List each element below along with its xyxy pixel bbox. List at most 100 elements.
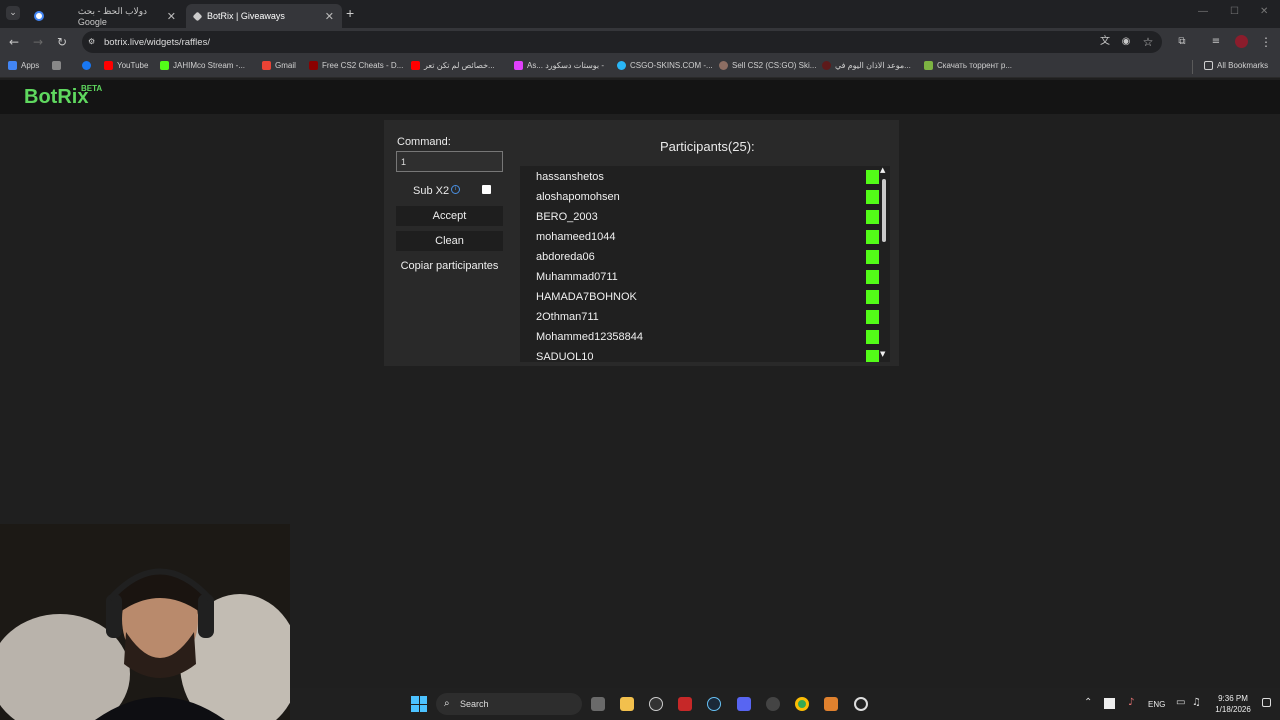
bookmark-cs2-cheats[interactable]: Free CS2 Cheats - D... bbox=[309, 61, 403, 70]
app-swirl-icon[interactable] bbox=[766, 697, 780, 711]
tab-botrix-giveaways[interactable]: BotRix | Giveaways ✕ bbox=[186, 4, 342, 28]
bookmark-apps[interactable]: Apps bbox=[8, 61, 39, 70]
extensions-icon[interactable]: ⧉ bbox=[1174, 34, 1190, 50]
botrix-logo[interactable]: BotRix BETA bbox=[24, 84, 102, 109]
bookmark-facebook[interactable] bbox=[82, 61, 95, 70]
kick-icon bbox=[866, 290, 879, 304]
browser-tab-bar: ⌄ دولاب الحظ - بحث Google ✕ BotRix | Giv… bbox=[0, 0, 1280, 28]
bookmark-jahimco[interactable]: JAHIMco Stream -... bbox=[160, 61, 245, 70]
network-icon[interactable]: ▭ bbox=[1176, 697, 1185, 708]
clock-time: 9:36 PM bbox=[1218, 694, 1248, 703]
tab-botrix-label: BotRix | Giveaways bbox=[207, 11, 285, 21]
kick-icon bbox=[866, 210, 879, 224]
eye-off-icon[interactable]: ◉ bbox=[1118, 34, 1134, 50]
menu-icon[interactable]: ⋮ bbox=[1258, 34, 1274, 50]
info-icon[interactable]: i bbox=[451, 185, 460, 194]
kick-icon bbox=[160, 61, 169, 70]
windows-start-icon[interactable] bbox=[411, 696, 427, 712]
taskbar-search[interactable]: ⌕ Search bbox=[436, 693, 582, 715]
gmail-icon bbox=[262, 61, 271, 70]
forward-icon[interactable]: → bbox=[30, 34, 46, 50]
command-label: Command: bbox=[397, 136, 451, 148]
bookmarks-bar: Apps YouTube JAHIMco Stream -... Gmail F… bbox=[0, 56, 1280, 78]
participant-row: aloshapomohsen bbox=[536, 187, 879, 207]
participants-list[interactable]: hassanshetos aloshapomohsen BERO_2003 mo… bbox=[520, 166, 890, 362]
kick-icon bbox=[866, 330, 879, 344]
maximize-window-button[interactable]: ☐ bbox=[1230, 6, 1239, 17]
kick-icon bbox=[866, 350, 879, 362]
clean-button[interactable]: Clean bbox=[396, 231, 503, 251]
reload-icon[interactable]: ↻ bbox=[54, 34, 70, 50]
bookmark-gmail[interactable]: Gmail bbox=[262, 61, 296, 70]
reading-list-icon[interactable]: ≡ bbox=[1208, 34, 1224, 50]
volume-icon[interactable]: ♫ bbox=[1192, 697, 1201, 708]
bookmark-grid[interactable] bbox=[52, 61, 65, 70]
participant-row: Mohammed12358844 bbox=[536, 327, 879, 347]
bookmark-prayer-times[interactable]: موعد الاذان اليوم في... bbox=[822, 61, 911, 70]
close-window-button[interactable]: ✕ bbox=[1260, 6, 1268, 17]
bookmarks-divider bbox=[1192, 60, 1193, 74]
chrome-icon[interactable] bbox=[795, 697, 809, 711]
url-text: botrix.live/widgets/raffles/ bbox=[104, 36, 210, 48]
task-view-icon[interactable] bbox=[591, 697, 605, 711]
close-tab-icon[interactable]: ✕ bbox=[167, 10, 176, 23]
torrent-icon bbox=[924, 61, 933, 70]
bookmark-youtube[interactable]: YouTube bbox=[104, 61, 148, 70]
bookmark-star-icon[interactable]: ☆ bbox=[1140, 34, 1156, 50]
scroll-down-arrow-icon[interactable]: ▼ bbox=[880, 350, 885, 358]
participant-row: hassanshetos bbox=[536, 167, 879, 187]
g-hub-icon[interactable] bbox=[649, 697, 663, 711]
clock-date: 1/18/2026 bbox=[1215, 705, 1251, 714]
file-explorer-icon[interactable] bbox=[620, 697, 634, 711]
tab-google-search[interactable]: دولاب الحظ - بحث Google ✕ bbox=[26, 4, 184, 28]
accept-button[interactable]: Accept bbox=[396, 206, 503, 226]
participant-row: 2Othman711 bbox=[536, 307, 879, 327]
close-tab-icon[interactable]: ✕ bbox=[325, 10, 334, 23]
translate-icon[interactable]: 文 bbox=[1097, 34, 1113, 50]
taskbar-clock[interactable]: 9:36 PM 1/18/2026 bbox=[1210, 693, 1256, 715]
steam-icon[interactable] bbox=[707, 697, 721, 711]
bookmark-csgo-skins[interactable]: CSGO-SKINS.COM -... bbox=[617, 61, 713, 70]
participant-row: Muhammad0711 bbox=[536, 267, 879, 287]
participant-row: abdoreda06 bbox=[536, 247, 879, 267]
address-bar[interactable]: ⚙ botrix.live/widgets/raffles/ bbox=[82, 31, 1162, 53]
kick-icon bbox=[866, 230, 879, 244]
sub-x2-checkbox[interactable] bbox=[482, 185, 491, 194]
app-red-icon[interactable] bbox=[678, 697, 692, 711]
google-icon bbox=[34, 11, 44, 21]
tab-google-search-label: دولاب الحظ - بحث Google bbox=[77, 5, 148, 27]
tab-list-dropdown[interactable]: ⌄ bbox=[6, 6, 20, 20]
app-orange-icon[interactable] bbox=[824, 697, 838, 711]
participant-row: mohameed1044 bbox=[536, 227, 879, 247]
notification-icon[interactable] bbox=[1262, 698, 1271, 707]
botrix-tab-icon bbox=[192, 11, 203, 21]
new-tab-button[interactable]: + bbox=[346, 5, 354, 21]
bookmark-all-bookmarks[interactable]: All Bookmarks bbox=[1204, 61, 1268, 70]
profile-avatar[interactable] bbox=[1235, 35, 1248, 48]
scroll-up-arrow-icon[interactable]: ▲ bbox=[880, 166, 885, 174]
bookmark-youtube-arabic[interactable]: خصائص لم تكن تعر... bbox=[411, 61, 495, 70]
site-info-icon[interactable]: ⚙ bbox=[88, 37, 98, 47]
participants-title: Participants(25): bbox=[660, 139, 755, 154]
back-icon[interactable]: ← bbox=[6, 34, 22, 50]
bookmark-torrent[interactable]: Скачать торрент р... bbox=[924, 61, 1012, 70]
prayer-site-icon bbox=[822, 61, 831, 70]
obs-icon[interactable] bbox=[854, 697, 868, 711]
microphone-icon[interactable]: ♪ bbox=[1128, 697, 1134, 708]
bookmark-discord-posts[interactable]: As... بوستات دسكورد - bbox=[514, 61, 604, 70]
bookmark-sell-cs2[interactable]: Sell CS2 (CS:GO) Ski... bbox=[719, 61, 816, 70]
command-input[interactable] bbox=[396, 151, 503, 172]
minimize-window-button[interactable]: — bbox=[1198, 6, 1208, 17]
cheats-site-icon bbox=[309, 61, 318, 70]
tray-kick-icon[interactable] bbox=[1104, 698, 1115, 709]
language-indicator[interactable]: ENG bbox=[1148, 700, 1165, 709]
participant-row: SADUOL10 bbox=[536, 347, 879, 362]
copy-participants-button[interactable]: Copiar participantes bbox=[396, 256, 503, 276]
tray-chevron-icon[interactable]: ⌃ bbox=[1084, 697, 1092, 708]
gem-icon bbox=[514, 61, 523, 70]
webcam-overlay bbox=[0, 524, 290, 720]
discord-icon[interactable] bbox=[737, 697, 751, 711]
scrollbar-thumb[interactable] bbox=[882, 179, 886, 242]
youtube-icon bbox=[411, 61, 420, 70]
sell-cs2-icon bbox=[719, 61, 728, 70]
